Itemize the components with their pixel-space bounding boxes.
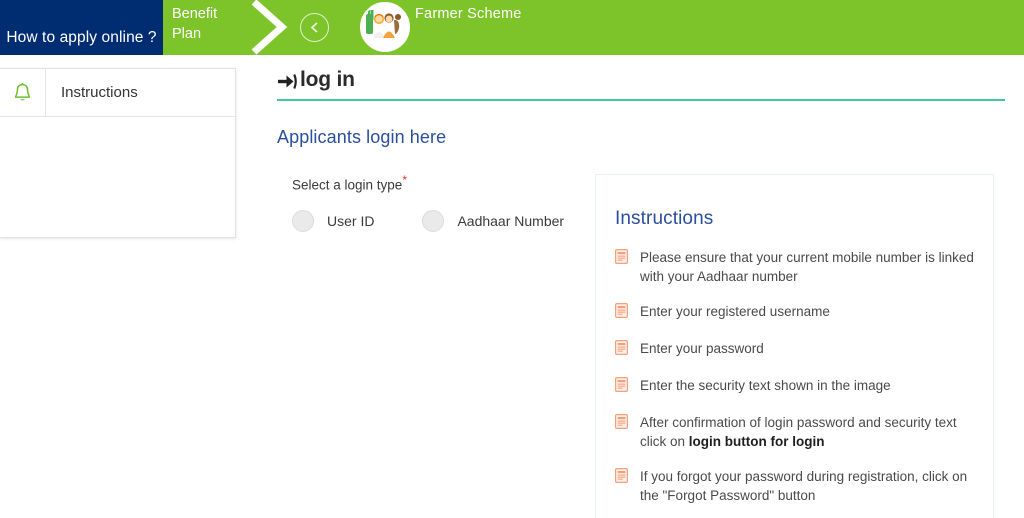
avatar <box>360 2 410 52</box>
back-button[interactable] <box>300 13 329 42</box>
instruction-item: Enter your password <box>615 331 993 368</box>
instruction-text: Enter the security text shown in the ima… <box>640 378 891 393</box>
page-title: Farmer Scheme <box>415 6 522 22</box>
login-heading: log in <box>277 68 1024 99</box>
applicants-login-heading: Applicants login here <box>277 127 447 147</box>
radio-aadhaar-number-label: Aadhaar Number <box>457 212 565 229</box>
instruction-item: Enter your registered username <box>615 294 993 331</box>
instruction-item: Enter the security text shown in the ima… <box>615 368 993 405</box>
note-icon <box>615 249 629 269</box>
note-icon <box>615 377 629 397</box>
instruction-item: Please ensure that your current mobile n… <box>615 240 993 294</box>
instructions-side-panel: Instructions <box>0 68 236 238</box>
instruction-item: If you forgot your username during regis… <box>615 513 993 518</box>
bell-icon <box>14 83 31 101</box>
page-root: How to apply online ? Benefit Plan Farme… <box>0 0 1024 518</box>
side-panel-title-label: Instructions <box>61 84 138 101</box>
required-asterisk: * <box>402 173 407 187</box>
radio-user-id-label: User ID <box>327 212 375 229</box>
instructions-card-title: Instructions <box>615 208 714 229</box>
notification-cell[interactable] <box>0 69 46 116</box>
heading-underline <box>277 99 1005 101</box>
app-header: How to apply online ? Benefit Plan Farme… <box>0 0 1024 55</box>
scheme-title-label: Farmer Scheme <box>415 6 522 22</box>
farmers-avatar-icon <box>362 4 408 50</box>
side-panel-body <box>0 117 235 237</box>
stage-label: Benefit Plan <box>172 6 218 42</box>
login-type-label-text: Select a login type <box>292 177 403 193</box>
how-to-apply-label: How to apply online ? <box>6 29 157 46</box>
chevron-left-icon <box>310 22 318 33</box>
instruction-item: If you forgot your password during regis… <box>615 459 993 513</box>
stage-benefit-plan[interactable]: Benefit Plan <box>172 4 244 44</box>
stage-chevron-icon <box>251 0 288 55</box>
side-panel-title: Instructions <box>46 69 138 116</box>
radio-user-id[interactable] <box>292 209 314 232</box>
instruction-text: After confirmation of login password and… <box>640 415 957 449</box>
radio-aadhaar-number[interactable] <box>422 209 445 232</box>
note-icon <box>615 414 629 434</box>
note-icon <box>615 340 629 360</box>
sign-in-icon <box>277 72 298 91</box>
note-icon <box>615 303 629 323</box>
instruction-text: Enter your password <box>640 341 764 356</box>
side-panel-header: Instructions <box>0 69 235 117</box>
instruction-item: After confirmation of login password and… <box>615 405 993 459</box>
instruction-text: If you forgot your password during regis… <box>640 469 968 503</box>
login-title-label: log in <box>300 68 355 91</box>
instruction-text-emphasis: login button for login <box>688 434 825 449</box>
instructions-card: Instructions Please ensure that your cur… <box>595 174 994 518</box>
instructions-list: Please ensure that your current mobile n… <box>596 240 993 518</box>
note-icon <box>615 468 629 488</box>
instruction-text: Enter your registered username <box>640 304 830 319</box>
instruction-text: Please ensure that your current mobile n… <box>640 250 974 284</box>
how-to-apply-banner[interactable]: How to apply online ? <box>0 0 163 55</box>
